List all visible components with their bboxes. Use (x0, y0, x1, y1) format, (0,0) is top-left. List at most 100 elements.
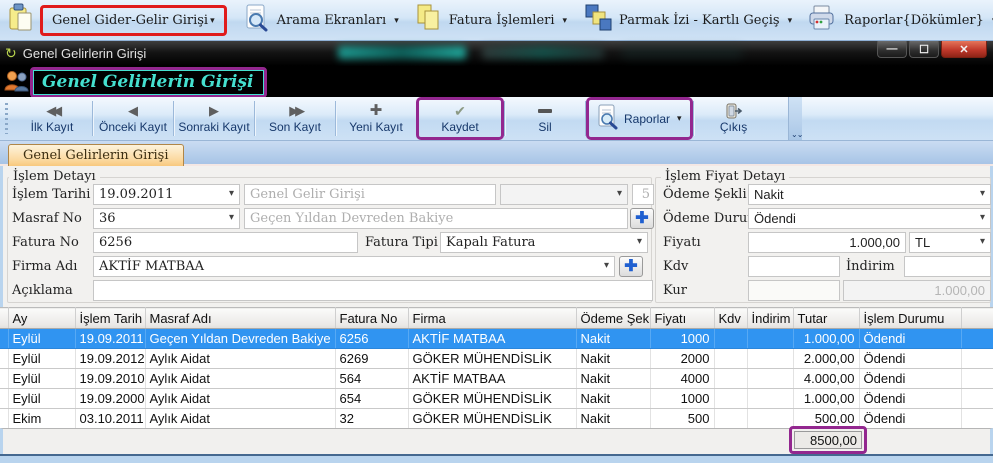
previous-record-button[interactable]: ◀ Önceki Kayıt (93, 97, 173, 140)
cell-islem-tarih[interactable]: 19.09.2000 (75, 389, 145, 409)
cell-fiyati[interactable]: 4000 (650, 369, 714, 389)
gelir-tipi-input[interactable]: Genel Gelir Girişi (244, 184, 496, 205)
cell-fatura-no[interactable]: 6269 (335, 349, 408, 369)
kdv-input[interactable] (748, 256, 840, 277)
cell-masraf-adi[interactable]: Aylık Aidat (145, 389, 335, 409)
odeme-durum-combo[interactable]: Ödendi (748, 208, 991, 229)
firma-adi-combo[interactable]: AKTİF MATBAA (93, 256, 615, 277)
cell-indirim[interactable] (747, 409, 793, 429)
cell-fiyati[interactable]: 2000 (650, 349, 714, 369)
masraf-no-combo[interactable]: 36 (93, 208, 240, 229)
cell-islem-durumu[interactable]: Ödendi (859, 349, 961, 369)
table-row[interactable]: Eylül 19.09.2012 Aylık Aidat 6269 GÖKER … (0, 349, 993, 369)
last-record-button[interactable]: ▶▶ Son Kayıt (255, 97, 335, 140)
exit-button[interactable]: Çıkış (694, 97, 774, 140)
cell-firma[interactable]: AKTİF MATBAA (408, 329, 576, 349)
cell-firma[interactable]: GÖKER MÜHENDİSLİK (408, 349, 576, 369)
column-header[interactable]: Kdv (714, 308, 747, 329)
cell-tutar[interactable]: 1.000,00 (793, 329, 859, 349)
cell-ay[interactable]: Eylül (8, 369, 75, 389)
cell-ay[interactable]: Eylül (8, 329, 75, 349)
cell-masraf-adi[interactable]: Aylık Aidat (145, 369, 335, 389)
table-row[interactable]: Eylül 19.09.2010 Aylık Aidat 564 AKTİF M… (0, 369, 993, 389)
cell-odeme-sekli[interactable]: Nakit (576, 369, 650, 389)
cell-kdv[interactable] (714, 409, 747, 429)
save-button[interactable]: ✔ Kaydet (419, 100, 501, 137)
cell-odeme-sekli[interactable]: Nakit (576, 349, 650, 369)
table-row-selected[interactable]: Eylül 19.09.2011 Geçen Yıldan Devreden B… (0, 329, 993, 349)
cell-islem-durumu[interactable]: Ödendi (859, 369, 961, 389)
cell-fatura-no[interactable]: 654 (335, 389, 408, 409)
cell-kdv[interactable] (714, 349, 747, 369)
cell-kdv[interactable] (714, 329, 747, 349)
aciklama-input[interactable] (93, 280, 653, 301)
next-record-button[interactable]: ▶ Sonraki Kayıt (174, 97, 254, 140)
cell-fiyati[interactable]: 1000 (650, 389, 714, 409)
cell-odeme-sekli[interactable]: Nakit (576, 409, 650, 429)
cell-firma[interactable]: GÖKER MÜHENDİSLİK (408, 389, 576, 409)
indirim-input[interactable] (904, 256, 991, 277)
menu-genel-gider-gelir[interactable]: Genel Gider-Gelir Girişi ▾ (0, 0, 235, 40)
column-header[interactable]: İşlem Durumu (859, 308, 961, 329)
new-record-button[interactable]: ✚ Yeni Kayıt (336, 97, 416, 140)
cell-indirim[interactable] (747, 389, 793, 409)
fiyati-input[interactable]: 1.000,00 (748, 232, 906, 253)
cell-masraf-adi[interactable]: Aylık Aidat (145, 349, 335, 369)
cell-kdv[interactable] (714, 389, 747, 409)
cell-kdv[interactable] (714, 369, 747, 389)
column-header[interactable]: Firma (408, 308, 576, 329)
menu-fatura-islemleri[interactable]: Fatura İşlemleri ▾ (407, 0, 575, 40)
column-header[interactable]: İndirim (747, 308, 793, 329)
first-record-button[interactable]: ◀◀ İlk Kayıt (12, 97, 92, 140)
add-firma-button[interactable]: ✚ (619, 256, 643, 277)
table-row[interactable]: Eylül 19.09.2000 Aylık Aidat 654 GÖKER M… (0, 389, 993, 409)
cell-islem-tarih[interactable]: 19.09.2011 (75, 329, 145, 349)
cell-tutar[interactable]: 2.000,00 (793, 349, 859, 369)
cell-masraf-adi[interactable]: Geçen Yıldan Devreden Bakiye (145, 329, 335, 349)
cell-islem-durumu[interactable]: Ödendi (859, 329, 961, 349)
menu-raporlar-dokumler[interactable]: Raporlar{Dökümler} ▾ (800, 0, 993, 40)
cell-fiyati[interactable]: 1000 (650, 329, 714, 349)
toolbar-overflow-button[interactable]: ⌄⌄ (788, 97, 802, 140)
cell-islem-tarih[interactable]: 03.10.2011 (75, 409, 145, 429)
menu-arama-ekranlari[interactable]: Arama Ekranları ▾ (235, 0, 407, 40)
cell-fatura-no[interactable]: 32 (335, 409, 408, 429)
cell-fiyati[interactable]: 500 (650, 409, 714, 429)
cell-islem-tarih[interactable]: 19.09.2010 (75, 369, 145, 389)
fatura-tipi-combo[interactable]: Kapalı Fatura (440, 232, 648, 253)
tab-genel-gelirlerin-girisi[interactable]: Genel Gelirlerin Girişi (8, 144, 184, 166)
column-header[interactable]: Tutar (793, 308, 859, 329)
cell-tutar[interactable]: 1.000,00 (793, 389, 859, 409)
cell-indirim[interactable] (747, 329, 793, 349)
cell-islem-tarih[interactable]: 19.09.2012 (75, 349, 145, 369)
cell-islem-durumu[interactable]: Ödendi (859, 389, 961, 409)
cell-fatura-no[interactable]: 564 (335, 369, 408, 389)
cell-ay[interactable]: Ekim (8, 409, 75, 429)
cell-masraf-adi[interactable]: Aylık Aidat (145, 409, 335, 429)
delete-button[interactable]: Sil (505, 97, 585, 140)
cell-indirim[interactable] (747, 369, 793, 389)
close-button[interactable]: ✕ (941, 41, 987, 58)
column-header[interactable]: Ödeme Şekli (576, 308, 650, 329)
empty-combo[interactable] (500, 184, 628, 205)
odeme-sekli-combo[interactable]: Nakit (748, 184, 991, 205)
cell-islem-durumu[interactable]: Ödendi (859, 409, 961, 429)
column-header[interactable]: Ay (8, 308, 75, 329)
kur-input[interactable] (748, 280, 840, 301)
sequence-field[interactable]: 5 (632, 184, 654, 205)
column-header[interactable]: Fiyatı (650, 308, 714, 329)
masraf-adi-input[interactable]: Geçen Yıldan Devreden Bakiye (244, 208, 628, 229)
cell-ay[interactable]: Eylül (8, 349, 75, 369)
cell-fatura-no[interactable]: 6256 (335, 329, 408, 349)
cell-ay[interactable]: Eylül (8, 389, 75, 409)
toolbar-grip[interactable] (3, 103, 10, 134)
menu-parmak-izi[interactable]: Parmak İzi - Kartlı Geçiş ▾ (575, 0, 800, 40)
column-header[interactable]: İşlem Tarih (75, 308, 145, 329)
currency-combo[interactable]: TL (909, 232, 991, 253)
maximize-button[interactable]: ☐ (909, 41, 939, 58)
islem-tarihi-combo[interactable]: 19.09.2011 (93, 184, 240, 205)
cell-indirim[interactable] (747, 349, 793, 369)
minimize-button[interactable]: — (877, 41, 907, 58)
reports-button[interactable]: Raporlar ▾ (589, 100, 690, 137)
cell-odeme-sekli[interactable]: Nakit (576, 389, 650, 409)
